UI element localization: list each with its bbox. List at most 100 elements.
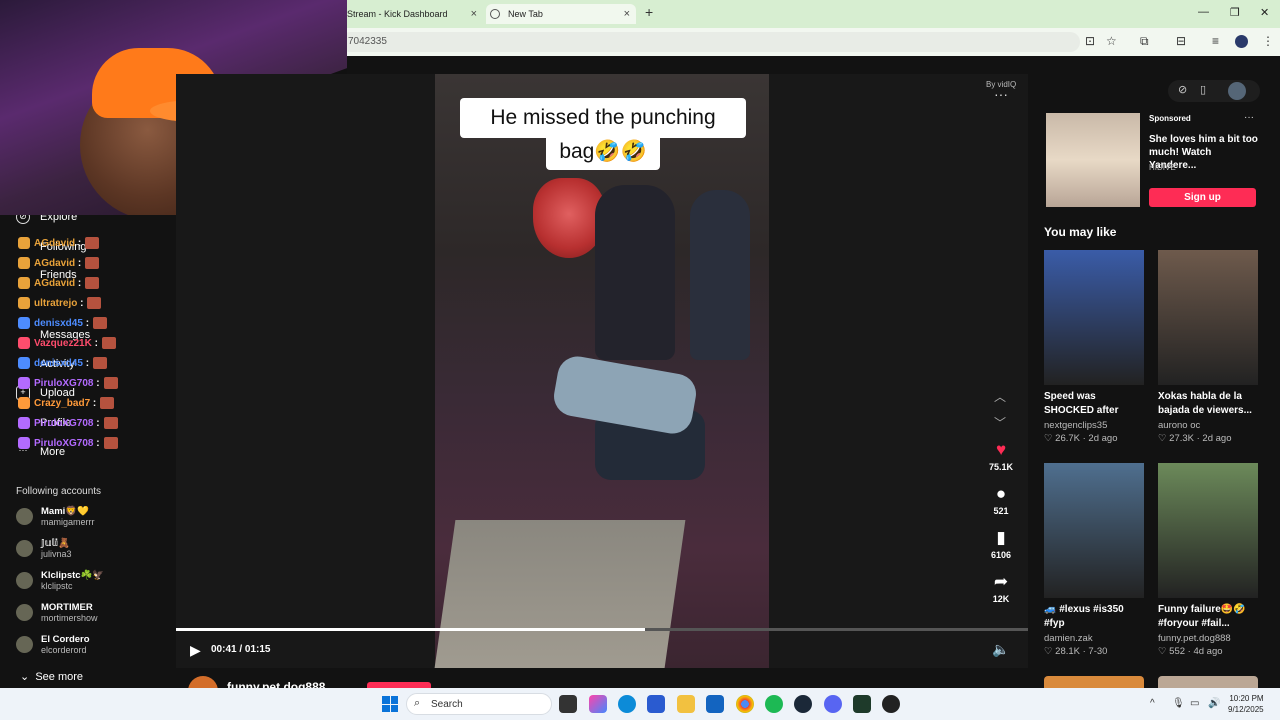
chat-badge-icon xyxy=(18,397,30,409)
comment-button[interactable]: ● 521 xyxy=(984,484,1018,516)
steam-icon[interactable] xyxy=(794,695,812,713)
comment-icon: ● xyxy=(995,484,1007,503)
video-person xyxy=(595,185,675,360)
store-icon[interactable] xyxy=(647,695,665,713)
recommendation-card[interactable]: 🚙 #lexus #is350 #fyp damien.zak ♡ 28.1K · … xyxy=(1044,463,1144,657)
recommendation-title[interactable]: Speed was SHOCKED after his... xyxy=(1044,390,1144,418)
address-bar[interactable]: 7042335 xyxy=(340,32,1080,52)
following-account[interactable]: MORTIMER mortimershow xyxy=(16,602,98,623)
chat-badge-icon xyxy=(18,417,30,429)
recommendation-card[interactable]: Speed was SHOCKED after his... nextgencli… xyxy=(1044,250,1144,444)
chat-message: AGdavid : xyxy=(18,277,100,289)
tray-chevron-icon[interactable]: ^ xyxy=(1150,698,1155,709)
close-tab-icon[interactable]: × xyxy=(471,8,477,20)
chat-message: AGdavid : xyxy=(18,257,100,269)
recommendation-thumbnail[interactable] xyxy=(1158,463,1258,598)
recommendation-stats: ♡ 26.7K · 2d ago xyxy=(1044,433,1118,444)
media-controls-icon[interactable]: ≡ xyxy=(1212,34,1219,48)
recommendation-author[interactable]: funny.pet.dog888 xyxy=(1158,633,1258,644)
following-account[interactable]: 𝕁𝕦𝕝𝕚🧸 julivna3 xyxy=(16,538,72,559)
action-count: 521 xyxy=(993,506,1009,516)
close-tab-icon[interactable]: × xyxy=(624,8,630,20)
volume-icon[interactable]: 🔈 xyxy=(992,641,1009,658)
browser-menu-icon[interactable]: ⋮ xyxy=(1262,34,1274,48)
chat-username: Vazquez21K xyxy=(34,337,92,349)
tab-kick-dashboard[interactable]: Stream - Kick Dashboard × xyxy=(347,4,477,24)
edge-icon[interactable] xyxy=(618,695,636,713)
new-tab-button[interactable]: + xyxy=(645,4,653,20)
extensions-icon[interactable]: ⧉ xyxy=(1140,34,1149,49)
chat-emote-icon xyxy=(85,277,100,289)
speaker-icon[interactable]: 🔊 xyxy=(1208,698,1220,709)
action-count: 75.1K xyxy=(988,462,1014,472)
recommendation-title[interactable]: Funny failure🤩🤣 #foryour #fail... xyxy=(1158,603,1258,631)
user-avatar[interactable] xyxy=(1228,82,1246,100)
recommendation-thumbnail[interactable] xyxy=(1044,250,1144,385)
chat-emote-icon xyxy=(87,297,102,309)
bookmark-button[interactable]: ▮ 6106 xyxy=(984,528,1018,560)
see-more-button[interactable]: ⌄ See more xyxy=(20,670,83,683)
chat-message: PiruloXG708 : xyxy=(18,377,118,389)
terminal-icon[interactable] xyxy=(853,695,871,713)
device-icon[interactable]: ▯ xyxy=(1200,83,1206,96)
chat-message: denisxd45 : xyxy=(18,357,108,369)
maximize-icon[interactable]: ❐ xyxy=(1230,6,1240,19)
recommendation-thumbnail[interactable] xyxy=(1158,250,1258,385)
chat-emote-icon xyxy=(85,237,100,249)
windows-start-icon[interactable] xyxy=(382,696,398,712)
account-name: 𝕁𝕦𝕝𝕚🧸 xyxy=(41,538,70,549)
chrome-icon[interactable] xyxy=(736,695,754,713)
heart-button[interactable]: ♥ 75.1K xyxy=(984,440,1018,472)
compass-icon[interactable]: ⊘ xyxy=(1178,83,1187,96)
recommendation-title[interactable]: Xokas habla de la bajada de viewers... xyxy=(1158,390,1258,418)
video-caption-line1: He missed the punching xyxy=(460,98,746,138)
file-explorer-icon[interactable] xyxy=(677,695,695,713)
url-text: 7042335 xyxy=(348,36,387,47)
following-account[interactable]: Klclipstc☘️🦅 klclipstc xyxy=(16,570,104,591)
chat-emote-icon xyxy=(100,397,115,409)
ad-thumbnail[interactable] xyxy=(1046,113,1140,207)
recommendation-card[interactable]: Xokas habla de la bajada de viewers... au… xyxy=(1158,250,1258,444)
share-button[interactable]: ➦ 12K xyxy=(984,572,1018,604)
taskbar-search[interactable]: Search xyxy=(406,693,552,715)
chat-separator: : xyxy=(75,237,82,249)
cast-icon[interactable]: ⊟ xyxy=(1176,34,1186,48)
recommendation-thumbnail[interactable] xyxy=(1044,463,1144,598)
discord-icon[interactable] xyxy=(824,695,842,713)
ad-options-icon[interactable]: ··· xyxy=(1244,112,1254,123)
copilot-icon[interactable] xyxy=(589,695,607,713)
windows-taskbar xyxy=(0,688,1280,720)
outlook-icon[interactable] xyxy=(706,695,724,713)
recommendation-author[interactable]: damien.zak xyxy=(1044,633,1144,644)
more-options-icon[interactable]: ··· xyxy=(994,86,1008,102)
previous-video-icon[interactable]: ︿ xyxy=(994,388,1006,405)
following-account[interactable]: El Cordero elcorderord xyxy=(16,634,90,655)
profile-avatar[interactable] xyxy=(1235,35,1248,48)
close-window-icon[interactable]: ✕ xyxy=(1260,6,1269,19)
following-account[interactable]: Mami🦁💛 mamigamerrr xyxy=(16,506,95,527)
next-video-icon[interactable]: ﹀ xyxy=(994,414,1006,431)
sponsored-label: Sponsored xyxy=(1149,114,1191,123)
chat-badge-icon xyxy=(18,277,30,289)
bookmark-star-icon[interactable]: ☆ xyxy=(1106,34,1117,48)
recommendation-author[interactable]: nextgenclips35 xyxy=(1044,420,1144,431)
chat-username: PiruloXG708 xyxy=(34,377,94,389)
install-app-icon[interactable]: ⊡ xyxy=(1085,34,1095,48)
tab-new-tab[interactable]: New Tab × xyxy=(486,4,636,24)
network-icon[interactable]: ▭ xyxy=(1190,698,1199,709)
recommendation-card[interactable]: Funny failure🤩🤣 #foryour #fail... funny.pe… xyxy=(1158,463,1258,657)
you-may-like-header: You may like xyxy=(1044,225,1117,239)
recommendation-author[interactable]: aurono oc xyxy=(1158,420,1258,431)
obs-icon[interactable] xyxy=(882,695,900,713)
chat-badge-icon xyxy=(18,337,30,349)
microphone-icon[interactable]: 🎙 xyxy=(1172,698,1185,709)
play-icon[interactable]: ▶ xyxy=(190,642,201,659)
minimize-icon[interactable]: — xyxy=(1198,6,1209,18)
recommendation-title[interactable]: 🚙 #lexus #is350 #fyp xyxy=(1044,603,1144,631)
action-count: 6106 xyxy=(990,550,1012,560)
task-view-icon[interactable] xyxy=(559,695,577,713)
account-handle: elcorderord xyxy=(41,645,87,655)
spotify-icon[interactable] xyxy=(765,695,783,713)
signup-button[interactable]: Sign up xyxy=(1149,188,1256,207)
taskbar-clock[interactable]: 10:20 PM 9/12/2025 xyxy=(1228,693,1264,715)
